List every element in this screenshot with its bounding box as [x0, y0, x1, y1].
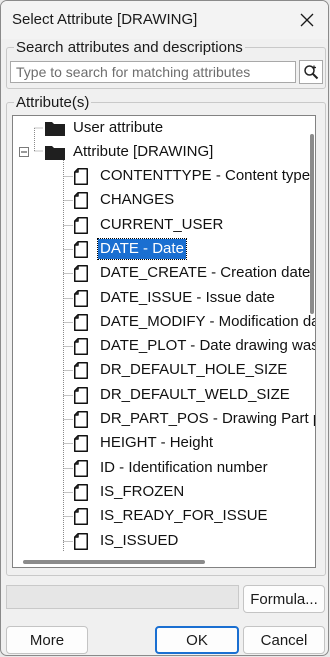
document-icon [74, 240, 88, 258]
select-attribute-dialog: Select Attribute [DRAWING] Search attrib… [0, 0, 329, 656]
vertical-scrollbar[interactable] [306, 116, 315, 553]
attribute-list-item[interactable]: DATE - Date [74, 238, 187, 260]
document-icon [74, 264, 88, 282]
document-icon [74, 507, 88, 525]
search-button[interactable] [299, 60, 323, 84]
attribute-list-item[interactable]: DR_PART_POS - Drawing Part position [74, 408, 315, 430]
document-icon [74, 361, 88, 379]
tree-node-label: Attribute [DRAWING] [73, 143, 214, 160]
more-button[interactable]: More [6, 626, 88, 654]
document-icon [74, 289, 88, 307]
tree-node-label: User attribute [73, 119, 164, 136]
document-icon [74, 459, 88, 477]
attribute-item-label: CONTENTTYPE - Content type [100, 167, 311, 184]
search-input[interactable] [10, 61, 296, 83]
attribute-item-label: DR_PART_POS - Drawing Part position [100, 410, 315, 427]
attribute-list-item[interactable]: DATE_PLOT - Date drawing was plotted [74, 335, 315, 357]
folder-icon [45, 145, 65, 160]
horizontal-scrollbar[interactable] [13, 555, 303, 567]
document-icon [74, 191, 88, 209]
ok-button[interactable]: OK [155, 626, 239, 654]
formula-button[interactable]: Formula... [243, 585, 325, 613]
horizontal-scrollbar-thumb[interactable] [23, 560, 205, 564]
attribute-list-item[interactable]: DATE_ISSUE - Issue date [74, 287, 277, 309]
document-icon [74, 337, 88, 355]
attribute-item-label: IS_READY_FOR_ISSUE [100, 507, 268, 524]
attribute-item-label: IS_ISSUED [100, 532, 179, 549]
attributes-group-label: Attribute(s) [14, 94, 92, 111]
title-bar: Select Attribute [DRAWING] [1, 1, 328, 39]
close-icon [300, 13, 314, 27]
magnifier-plus-icon [304, 65, 319, 80]
attribute-item-label: DATE_CREATE - Creation date [100, 264, 311, 281]
attribute-list-item[interactable]: DATE_MODIFY - Modification date [74, 311, 316, 333]
attribute-item-label: DATE - Date [97, 238, 187, 260]
attribute-list-item[interactable]: IS_ISSUED [74, 530, 180, 552]
document-icon [74, 434, 88, 452]
status-bar [6, 585, 239, 609]
attribute-item-label: DATE_ISSUE - Issue date [100, 289, 275, 306]
attribute-list-item[interactable]: DR_DEFAULT_HOLE_SIZE [74, 359, 289, 381]
attribute-item-label: HEIGHT - Height [100, 434, 214, 451]
attribute-item-label: ID - Identification number [100, 459, 268, 476]
document-icon [74, 386, 88, 404]
dialog-title: Select Attribute [DRAWING] [12, 11, 198, 28]
attribute-list-item[interactable]: DATE_CREATE - Creation date [74, 262, 312, 284]
document-icon [74, 483, 88, 501]
collapse-toggle-icon[interactable] [19, 147, 29, 157]
attribute-item-label: CURRENT_USER [100, 216, 224, 233]
tree-node-user-attribute[interactable]: User attribute [45, 117, 165, 139]
document-icon [74, 167, 88, 185]
close-button[interactable] [292, 5, 322, 35]
document-icon [74, 216, 88, 234]
attribute-item-label: DR_DEFAULT_HOLE_SIZE [100, 361, 288, 378]
attribute-list-item[interactable]: IS_FROZEN [74, 481, 186, 503]
attribute-item-label: IS_FROZEN [100, 483, 185, 500]
attribute-list-item[interactable]: CURRENT_USER [74, 214, 225, 236]
attribute-tree[interactable]: User attribute Attribute [DRAWING] CONTE… [12, 115, 316, 568]
attribute-item-label: CHANGES [100, 191, 175, 208]
cancel-button[interactable]: Cancel [243, 626, 325, 654]
document-icon [74, 313, 88, 331]
attribute-item-label: DATE_PLOT - Date drawing was plotted [100, 337, 315, 354]
document-icon [74, 410, 88, 428]
search-group-label: Search attributes and descriptions [14, 39, 245, 56]
vertical-scrollbar-thumb[interactable] [310, 134, 314, 314]
attribute-item-label: DR_DEFAULT_WELD_SIZE [100, 386, 290, 403]
attribute-list-item[interactable]: ID - Identification number [74, 457, 270, 479]
attribute-list-item[interactable]: IS_READY_FOR_ISSUE [74, 505, 270, 527]
document-icon [74, 532, 88, 550]
attribute-item-label: DATE_MODIFY - Modification date [100, 313, 316, 330]
folder-icon [45, 121, 65, 136]
attribute-list-item[interactable]: CHANGES [74, 189, 176, 211]
tree-node-attribute-drawing[interactable]: Attribute [DRAWING] [19, 141, 215, 163]
attribute-list-item[interactable]: DR_DEFAULT_WELD_SIZE [74, 384, 292, 406]
attribute-list-item[interactable]: CONTENTTYPE - Content type [74, 165, 312, 187]
attribute-list-item[interactable]: HEIGHT - Height [74, 432, 215, 454]
